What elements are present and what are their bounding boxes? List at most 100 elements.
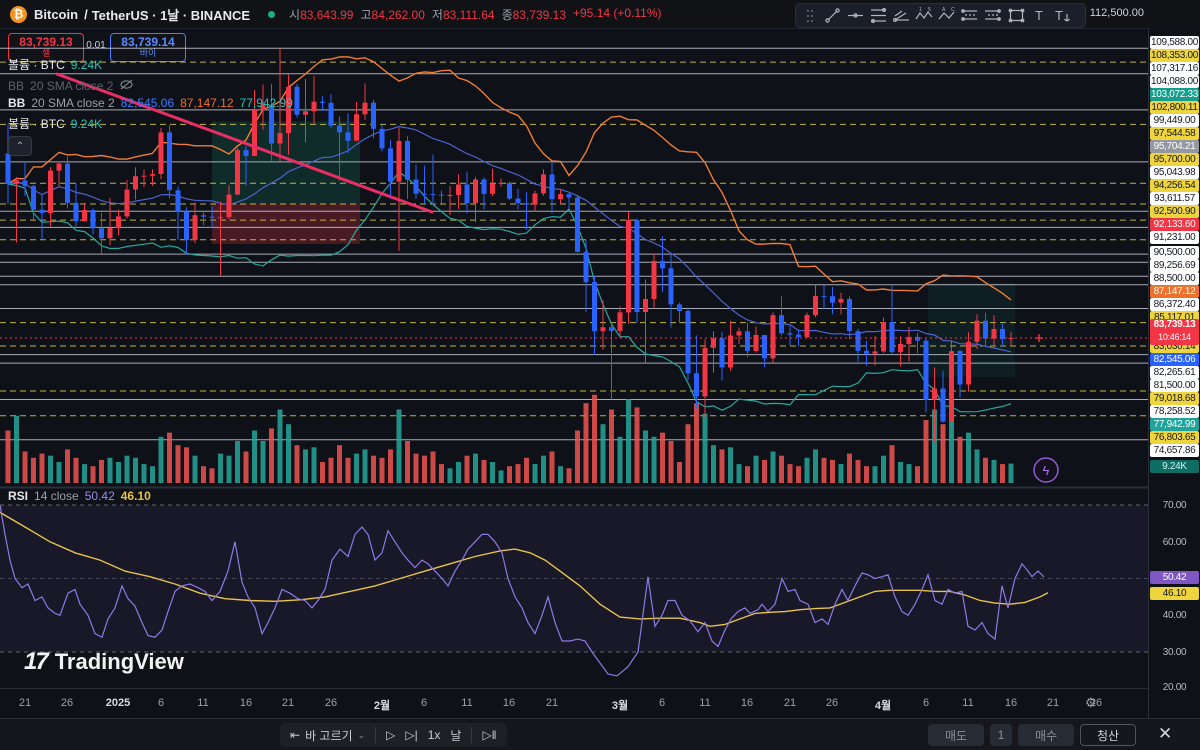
price-axis-label: 93,611.57	[1150, 191, 1199, 205]
legend-bb-hidden[interactable]: BB 20 SMA close 2	[8, 78, 134, 94]
price-axis-label: 104,088.00	[1150, 74, 1199, 88]
low-value: 83,111.64	[442, 7, 495, 22]
buy-order-button[interactable]: 매수	[1018, 724, 1074, 746]
chevron-up-icon: ⌃	[15, 140, 25, 152]
bb-hidden-title: BB	[8, 79, 25, 93]
price-axis-label: 90,500.00	[1150, 245, 1199, 259]
select-bar-label: 바 고르기	[305, 728, 353, 743]
fib-retracement-icon[interactable]	[867, 6, 890, 25]
time-axis-label: 16	[740, 697, 754, 709]
close-position-button[interactable]: 청산	[1080, 724, 1136, 746]
price-axis-label: 50.42	[1150, 570, 1199, 584]
time-axis[interactable]: ⚙ 21 26 2025 6 11 16 21 26 2월 6 11 16 21 3월 6 11 16 21 26 4…	[0, 688, 1148, 719]
time-axis-label: 2025	[105, 697, 131, 709]
boost-lightning-icon[interactable]: ϟ	[1033, 457, 1059, 483]
xabcd-pattern-icon[interactable]: 15	[913, 6, 936, 25]
svg-text:ϟ: ϟ	[1043, 463, 1050, 478]
go-to-end-button[interactable]: ▷‖	[482, 728, 496, 742]
rectangle-icon[interactable]	[1005, 6, 1028, 25]
price-axis-label: 109,588.00	[1150, 35, 1199, 49]
price-axis-label: 30.00	[1162, 646, 1187, 658]
bottom-toolbar: ⇤ 바 고르기 ⌄ ▷ ▷| 1x 날 ▷‖ 매도 1 매수 청산 ✕	[0, 718, 1200, 750]
interval-button[interactable]: 날	[450, 727, 461, 744]
select-bar-button[interactable]: ⇤ 바 고르기 ⌄	[290, 727, 365, 744]
time-axis-label: 11	[962, 697, 974, 709]
volume-legend-value: 9.24K	[70, 57, 103, 72]
bb-hidden-params: 20 SMA close 2	[30, 79, 114, 93]
symbol-name[interactable]: Bitcoin	[34, 7, 78, 22]
time-axis-label: 16	[502, 697, 516, 709]
time-axis-label: 6	[420, 697, 428, 709]
rsi-title: RSI	[8, 489, 29, 503]
svg-text:T: T	[1055, 8, 1063, 23]
price-axis-label: 77,942.99	[1150, 417, 1199, 431]
price-axis[interactable]: 109,588.00 108,353.00 107,317.16 104,088.00…	[1148, 28, 1200, 718]
time-axis-label: 26	[324, 697, 338, 709]
price-axis-label: 95,704.21	[1150, 139, 1199, 153]
time-axis-label: 16	[239, 697, 253, 709]
price-axis-label: 99,449.00	[1150, 113, 1199, 127]
toolbar-divider	[471, 727, 473, 743]
price-axis-label: 86,372.40	[1150, 297, 1199, 311]
time-axis-label: 16	[1004, 697, 1018, 709]
horizontal-line-icon[interactable]	[844, 6, 867, 25]
high-value: 84,262.00	[371, 7, 425, 22]
price-axis-label: 97,544.58	[1150, 126, 1199, 140]
time-axis-label: 21	[545, 697, 559, 709]
step-forward-button[interactable]: ▷|	[405, 728, 417, 742]
svg-text:1: 1	[919, 7, 922, 13]
trend-line-icon[interactable]	[821, 6, 844, 25]
price-axis-label: 88,500.00	[1150, 271, 1199, 285]
bb-title: BB	[8, 96, 26, 110]
drawing-toolbar: 15 AC T T	[795, 3, 1086, 28]
time-axis-label: 21	[18, 697, 32, 709]
play-button[interactable]: ▷	[386, 728, 395, 742]
eye-off-icon[interactable]	[119, 78, 134, 94]
anchored-text-icon[interactable]: T	[1051, 6, 1074, 25]
legend-volume-2[interactable]: 볼륨 · BTC 9.24K	[8, 115, 102, 132]
bb-lower-value: 77,942.99	[239, 96, 293, 110]
time-axis-label: 26	[825, 697, 839, 709]
chart-canvas[interactable]: ϟ	[0, 28, 1148, 688]
price-axis-label: 89,256.69	[1150, 258, 1199, 272]
long-position-icon[interactable]	[959, 6, 982, 25]
last-price-axis-label: 83,739.13 10:46:14	[1150, 319, 1199, 345]
volume-bars	[5, 388, 1014, 483]
price-axis-label: 9.24K	[1150, 459, 1199, 473]
time-axis-label: 3월	[611, 700, 629, 712]
rsi-params: 14 close	[34, 489, 79, 503]
legend-volume-1[interactable]: 볼륨 · BTC 9.24K	[8, 56, 102, 73]
jump-to-bar-icon: ⇤	[290, 728, 301, 742]
price-axis-label: 87,147.12	[1150, 284, 1199, 298]
close-icon[interactable]: ✕	[1158, 724, 1172, 744]
short-position-icon[interactable]	[982, 6, 1005, 25]
time-axis-label: 26	[1089, 697, 1103, 709]
time-axis-label: 11	[197, 697, 209, 709]
time-axis-label: 21	[281, 697, 295, 709]
market-status-icon[interactable]	[268, 10, 276, 18]
price-axis-label: 102,800.11	[1150, 100, 1199, 114]
time-axis-label: 2월	[373, 700, 391, 712]
price-axis-label: 103,072.33	[1150, 87, 1199, 101]
open-label: 시	[289, 7, 301, 22]
price-axis-label: 20.00	[1162, 681, 1187, 693]
replay-controls: ⇤ 바 고르기 ⌄ ▷ ▷| 1x 날 ▷‖	[280, 723, 507, 747]
speed-button[interactable]: 1x	[428, 728, 441, 742]
collapse-pane-button[interactable]: ⌃	[8, 136, 32, 156]
pitchfork-icon[interactable]	[890, 6, 913, 25]
abcd-pattern-icon[interactable]: AC	[936, 6, 959, 25]
text-icon[interactable]: T	[1028, 6, 1051, 25]
sell-order-button[interactable]: 매도	[928, 724, 984, 746]
symbol-pair-interval-exchange[interactable]: TetherUS · 1날 · BINANCE	[92, 5, 250, 24]
time-axis-label: 21	[1046, 697, 1060, 709]
price-axis-label: 40.00	[1162, 609, 1187, 621]
drag-handle-icon[interactable]	[798, 6, 821, 25]
legend-rsi[interactable]: RSI 14 close 50.42 46.10	[8, 489, 151, 503]
rsi-ma-value: 46.10	[120, 489, 151, 503]
price-axis-label: 108,353.00	[1150, 48, 1199, 62]
legend-bb[interactable]: BB 20 SMA close 2 82,545.06 87,147.12 77…	[8, 96, 293, 110]
time-axis-label: 11	[699, 697, 711, 709]
axis-top-price: 112,500.00	[1089, 7, 1144, 19]
quantity-field[interactable]: 1	[990, 724, 1012, 746]
volume-legend-title: 볼륨 · BTC	[8, 58, 65, 72]
